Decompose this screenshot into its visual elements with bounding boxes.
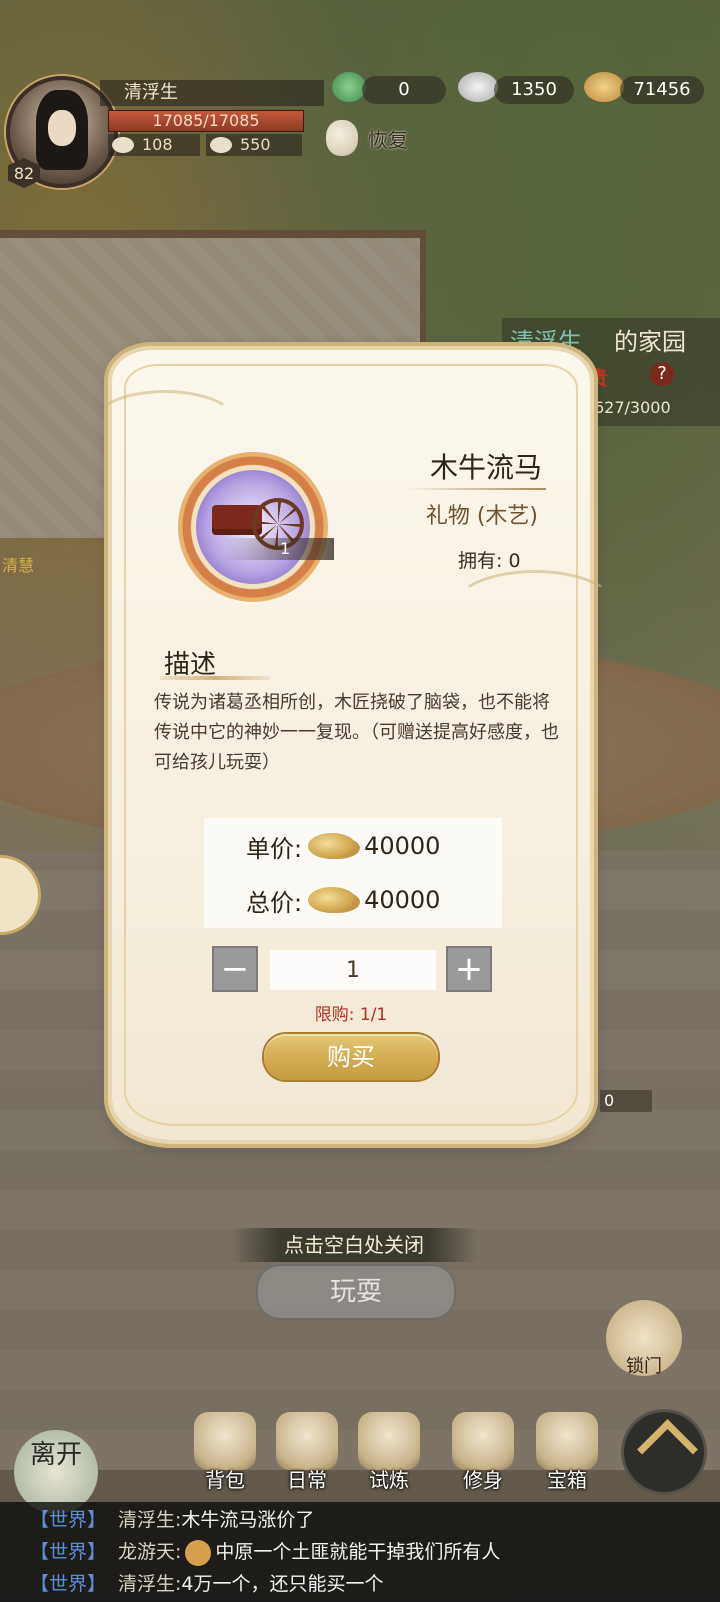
- hp-text: 17085/17085: [152, 111, 260, 130]
- nav-bag-label: 背包: [205, 1468, 245, 1492]
- chevron-up-icon: [637, 1419, 698, 1480]
- copper-coin-icon: [584, 72, 624, 102]
- increase-button[interactable]: +: [446, 946, 492, 992]
- chat-channel: 【世界】: [30, 1541, 107, 1563]
- stat-food: 108: [108, 134, 200, 156]
- world-chat-panel[interactable]: 【世界】 清浮生:木牛流马涨价了 【世界】 龙游天: 中原一个土匪就能干掉我们所有人 …: [0, 1502, 720, 1602]
- help-question-icon[interactable]: ?: [650, 362, 674, 386]
- coin-count: 71456: [620, 76, 704, 104]
- nav-bag[interactable]: 背包: [188, 1412, 262, 1494]
- unit-price-row: 单价: 40000: [246, 826, 440, 866]
- silver-count: 1350: [494, 76, 574, 104]
- bag-icon: [194, 1412, 256, 1470]
- stat-bun-value: 550: [240, 135, 271, 154]
- decrease-button[interactable]: −: [212, 946, 258, 992]
- silver-ingot-icon: [458, 72, 498, 102]
- chat-sender[interactable]: 清浮生:: [118, 1509, 181, 1531]
- copper-coin-icon: [308, 887, 357, 913]
- item-purchase-dialog: 1 木牛流马 礼物 (木艺) 拥有: 0 描述 传说为诸葛丞相所创，木匠挠破了脑…: [92, 350, 618, 1140]
- nav-cultivate[interactable]: 修身: [446, 1412, 520, 1494]
- stat-food-value: 108: [142, 135, 173, 154]
- quantity-input[interactable]: [270, 950, 436, 990]
- item-name-underline: [404, 488, 546, 490]
- leave-label: 离开: [29, 1440, 82, 1470]
- recover-button[interactable]: 恢复: [324, 120, 428, 156]
- bowl-icon: [112, 137, 134, 153]
- jade-count: 0: [362, 76, 446, 104]
- chat-message: 4万一个，还只能买一个: [181, 1573, 384, 1595]
- nav-trial[interactable]: 试炼: [352, 1412, 426, 1494]
- unit-price-value: 40000: [364, 832, 441, 860]
- nav-treasure[interactable]: 宝箱: [530, 1412, 604, 1494]
- owned-count: 拥有: 0: [458, 546, 521, 573]
- right-item-count: 0: [600, 1090, 652, 1112]
- quantity-stepper: − +: [212, 946, 492, 992]
- item-count-tag: 1: [224, 538, 334, 560]
- nav-daily[interactable]: 日常: [270, 1412, 344, 1494]
- dog-emoji-icon: [185, 1539, 212, 1566]
- jade-fish-icon[interactable]: [332, 72, 366, 102]
- chat-sender[interactable]: 清浮生:: [118, 1573, 181, 1595]
- chat-channel: 【世界】: [30, 1573, 107, 1595]
- close-hint: 点击空白处关闭: [230, 1228, 478, 1262]
- stat-bun: 550: [206, 134, 302, 156]
- player-hp-bar: 17085/17085: [108, 110, 304, 132]
- nav-treasure-label: 宝箱: [547, 1468, 587, 1492]
- chat-channel: 【世界】: [30, 1509, 107, 1531]
- cloud-swirl-decoration: [92, 390, 238, 456]
- daily-scroll-icon: [276, 1412, 338, 1470]
- lock-door-button[interactable]: 锁门: [606, 1300, 682, 1377]
- cultivate-book-icon: [452, 1412, 514, 1470]
- item-count-value: 1: [280, 539, 291, 558]
- cloud-swirl-decoration: [452, 570, 618, 646]
- recover-label: 恢复: [368, 128, 408, 152]
- npc-name-label: 清慧: [2, 556, 35, 575]
- item-category: 礼物 (木艺): [425, 504, 538, 529]
- nav-trial-label: 试炼: [369, 1468, 409, 1492]
- owned-label: 拥有:: [458, 550, 503, 572]
- treasure-chest-icon: [536, 1412, 598, 1470]
- total-price-value: 40000: [364, 886, 441, 914]
- chat-message: 木牛流马涨价了: [181, 1509, 315, 1531]
- trial-hat-icon: [358, 1412, 420, 1470]
- gourd-icon: [326, 120, 358, 156]
- chat-line: 【世界】 清浮生:4万一个，还只能买一个: [30, 1568, 384, 1600]
- description-underline: [160, 676, 270, 680]
- unit-price-label: 单价:: [246, 834, 303, 863]
- description-text: 传说为诸葛丞相所创，木匠挠破了脑袋，也不能将传说中它的神妙一一复现。（可赠送提高…: [154, 692, 559, 773]
- avatar-face: [48, 110, 76, 146]
- chat-message: 中原一个土匪就能干掉我们所有人: [215, 1541, 501, 1563]
- price-panel: 单价: 40000 总价: 40000: [204, 818, 502, 928]
- chat-sender[interactable]: 龙游天:: [118, 1541, 181, 1563]
- home-score: 627/3000: [594, 398, 671, 417]
- chat-line: 【世界】 清浮生:木牛流马涨价了: [30, 1504, 314, 1536]
- buy-button[interactable]: 购买: [264, 1034, 438, 1080]
- player-name: 清浮生: [100, 80, 324, 106]
- nav-daily-label: 日常: [287, 1468, 327, 1492]
- chat-line: 【世界】 龙游天: 中原一个土匪就能干掉我们所有人: [30, 1536, 500, 1568]
- owned-value: 0: [508, 550, 521, 572]
- home-title-suffix: 的家园: [614, 328, 686, 356]
- total-price-row: 总价: 40000: [246, 880, 440, 920]
- total-price-label: 总价:: [246, 888, 303, 917]
- lock-door-label: 锁门: [626, 1356, 662, 1377]
- copper-coin-icon: [308, 833, 357, 859]
- item-name: 木牛流马: [429, 451, 542, 484]
- expand-menu-button[interactable]: [624, 1412, 704, 1492]
- bun-icon: [210, 137, 232, 153]
- play-button[interactable]: 玩耍: [256, 1264, 456, 1320]
- purchase-limit: 限购: 1/1: [314, 1005, 388, 1025]
- nav-cultivate-label: 修身: [463, 1468, 503, 1492]
